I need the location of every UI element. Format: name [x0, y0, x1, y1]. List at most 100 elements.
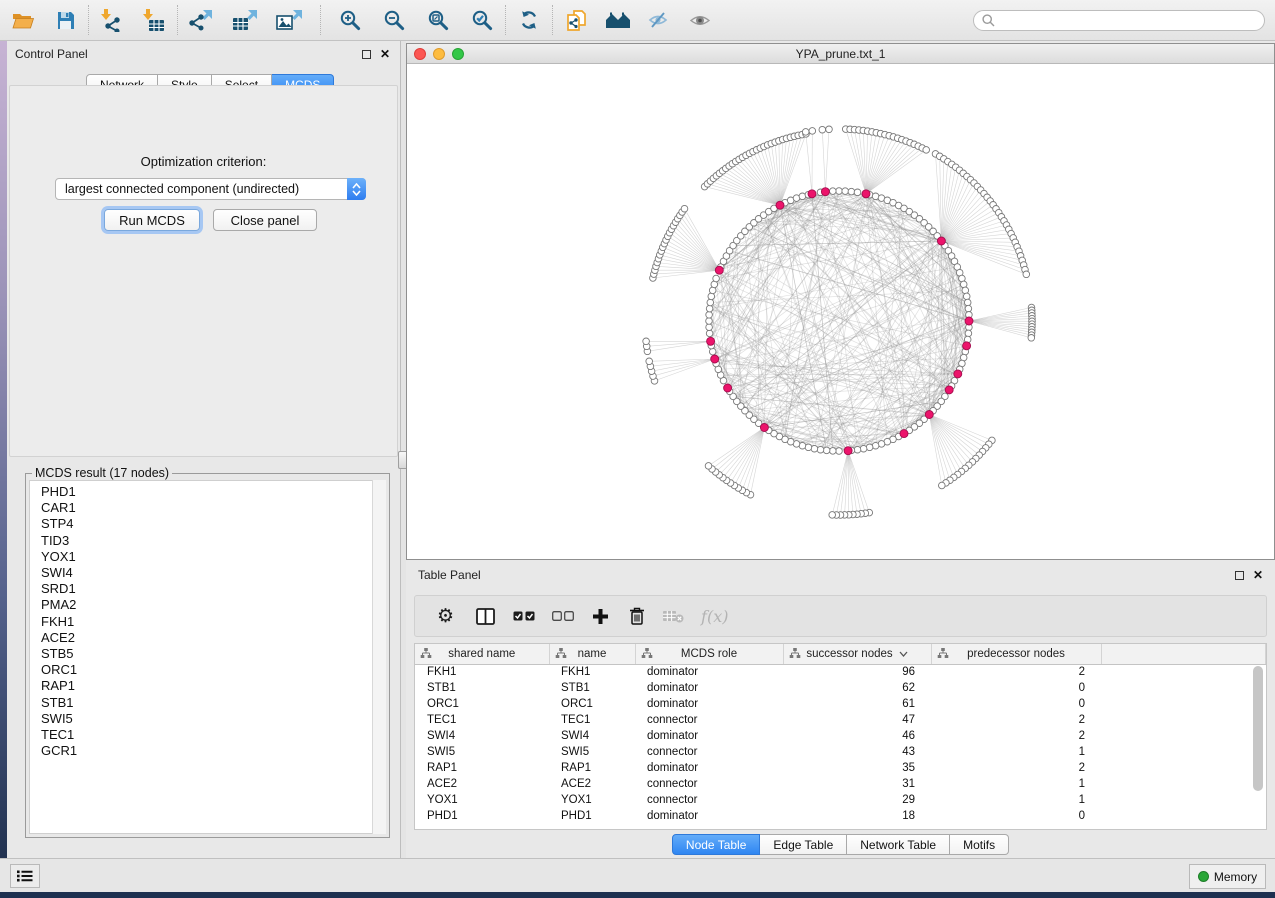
- tab-motifs[interactable]: Motifs: [950, 834, 1009, 855]
- network-graph[interactable]: [407, 64, 1274, 559]
- ring-node[interactable]: [854, 189, 861, 196]
- mcds-hub-node[interactable]: [707, 337, 715, 345]
- table-row[interactable]: PHD1PHD1dominator180: [415, 808, 1266, 824]
- ring-node[interactable]: [706, 312, 713, 319]
- ring-node[interactable]: [709, 287, 716, 294]
- copy-network-icon[interactable]: [561, 5, 591, 35]
- first-neighbors-icon[interactable]: [603, 5, 633, 35]
- mcds-hub-node[interactable]: [844, 447, 852, 455]
- mcds-hub-node[interactable]: [862, 190, 870, 198]
- ring-node[interactable]: [707, 299, 714, 306]
- ring-node[interactable]: [830, 448, 837, 455]
- open-file-icon[interactable]: [8, 5, 38, 35]
- leaf-node[interactable]: [646, 358, 653, 365]
- delete-table-icon[interactable]: [662, 601, 684, 631]
- float-table-panel-icon[interactable]: [1235, 571, 1244, 580]
- ring-node[interactable]: [854, 446, 861, 453]
- ring-node[interactable]: [836, 448, 843, 455]
- leaf-node[interactable]: [829, 512, 836, 519]
- close-panel-button[interactable]: Close panel: [213, 209, 317, 231]
- table-scrollbar-thumb[interactable]: [1253, 666, 1263, 791]
- mcds-hub-node[interactable]: [954, 370, 962, 378]
- mcds-result-item[interactable]: GCR1: [41, 743, 385, 759]
- column-header-shared-name[interactable]: shared name: [415, 644, 549, 664]
- ring-node[interactable]: [823, 447, 830, 454]
- delete-column-icon[interactable]: [629, 601, 645, 631]
- float-panel-icon[interactable]: [362, 50, 371, 59]
- ring-node[interactable]: [811, 445, 818, 452]
- leaf-node[interactable]: [643, 338, 650, 345]
- mcds-hub-node[interactable]: [711, 355, 719, 363]
- mcds-hub-node[interactable]: [808, 190, 816, 198]
- leaf-node[interactable]: [809, 128, 816, 135]
- table-row[interactable]: RAP1RAP1dominator352: [415, 760, 1266, 776]
- mcds-result-item[interactable]: ACE2: [41, 630, 385, 646]
- hide-selected-icon[interactable]: [643, 5, 673, 35]
- table-row[interactable]: TEC1TEC1connector472: [415, 712, 1266, 728]
- mcds-hub-node[interactable]: [776, 201, 784, 209]
- mcds-result-item[interactable]: STB1: [41, 695, 385, 711]
- export-table-icon[interactable]: [230, 5, 260, 35]
- select-all-icon[interactable]: [513, 601, 535, 631]
- close-table-panel-icon[interactable]: ✕: [1253, 569, 1263, 581]
- ring-node[interactable]: [799, 193, 806, 200]
- tab-edge-table[interactable]: Edge Table: [760, 834, 847, 855]
- ring-node[interactable]: [965, 305, 972, 312]
- function-builder-icon[interactable]: f(x): [701, 601, 728, 631]
- mcds-hub-node[interactable]: [937, 237, 945, 245]
- show-all-icon[interactable]: [685, 5, 715, 35]
- mcds-hub-node[interactable]: [760, 424, 768, 432]
- mcds-result-item[interactable]: PMA2: [41, 597, 385, 613]
- import-table-icon[interactable]: [139, 5, 169, 35]
- zoom-out-icon[interactable]: [379, 5, 409, 35]
- table-row[interactable]: SWI4SWI4dominator462: [415, 728, 1266, 744]
- export-network-icon[interactable]: [186, 5, 216, 35]
- table-row[interactable]: ORC1ORC1dominator610: [415, 696, 1266, 712]
- export-image-icon[interactable]: [274, 5, 304, 35]
- leaf-node[interactable]: [826, 126, 833, 133]
- ring-node[interactable]: [960, 281, 967, 288]
- refresh-icon[interactable]: [514, 5, 544, 35]
- mcds-result-item[interactable]: RAP1: [41, 678, 385, 694]
- ring-node[interactable]: [964, 299, 971, 306]
- tab-network-table[interactable]: Network Table: [847, 834, 950, 855]
- mcds-result-item[interactable]: CAR1: [41, 500, 385, 516]
- leaf-node[interactable]: [1028, 335, 1035, 342]
- add-column-icon[interactable]: [592, 601, 609, 631]
- ring-node[interactable]: [842, 188, 849, 195]
- table-row[interactable]: ACE2ACE2connector311: [415, 776, 1266, 792]
- mcds-list-scrollbar[interactable]: [372, 480, 386, 834]
- search-input[interactable]: [1000, 14, 1256, 28]
- network-canvas[interactable]: [407, 64, 1274, 559]
- ring-node[interactable]: [817, 446, 824, 453]
- ring-node[interactable]: [805, 444, 812, 451]
- mcds-hub-node[interactable]: [965, 317, 973, 325]
- column-header-predecessor-nodes[interactable]: predecessor nodes: [931, 644, 1101, 664]
- mcds-result-item[interactable]: STB5: [41, 646, 385, 662]
- mcds-result-item[interactable]: SWI4: [41, 565, 385, 581]
- deselect-all-icon[interactable]: [552, 601, 574, 631]
- mcds-result-item[interactable]: FKH1: [41, 614, 385, 630]
- mcds-result-item[interactable]: YOX1: [41, 549, 385, 565]
- ring-node[interactable]: [965, 330, 972, 337]
- column-header-name[interactable]: name: [549, 644, 635, 664]
- mcds-result-list[interactable]: PHD1CAR1STP4TID3YOX1SWI4SRD1PMA2FKH1ACE2…: [29, 480, 386, 834]
- ring-node[interactable]: [706, 324, 713, 331]
- mcds-result-item[interactable]: TEC1: [41, 727, 385, 743]
- memory-button[interactable]: Memory: [1189, 864, 1266, 889]
- mcds-result-item[interactable]: SRD1: [41, 581, 385, 597]
- mcds-result-item[interactable]: ORC1: [41, 662, 385, 678]
- tab-node-table[interactable]: Node Table: [672, 834, 761, 855]
- mcds-result-item[interactable]: SWI5: [41, 711, 385, 727]
- table-row[interactable]: FKH1FKH1dominator962: [415, 664, 1266, 680]
- ring-node[interactable]: [963, 293, 970, 300]
- ring-node[interactable]: [866, 444, 873, 451]
- leaf-node[interactable]: [939, 482, 946, 489]
- column-visibility-icon[interactable]: [476, 601, 495, 631]
- zoom-fit-icon[interactable]: [423, 5, 453, 35]
- run-mcds-button[interactable]: Run MCDS: [104, 209, 200, 231]
- leaf-node[interactable]: [1023, 271, 1030, 278]
- save-session-icon[interactable]: [50, 5, 80, 35]
- close-panel-icon[interactable]: ✕: [380, 48, 390, 60]
- ring-node[interactable]: [706, 330, 713, 337]
